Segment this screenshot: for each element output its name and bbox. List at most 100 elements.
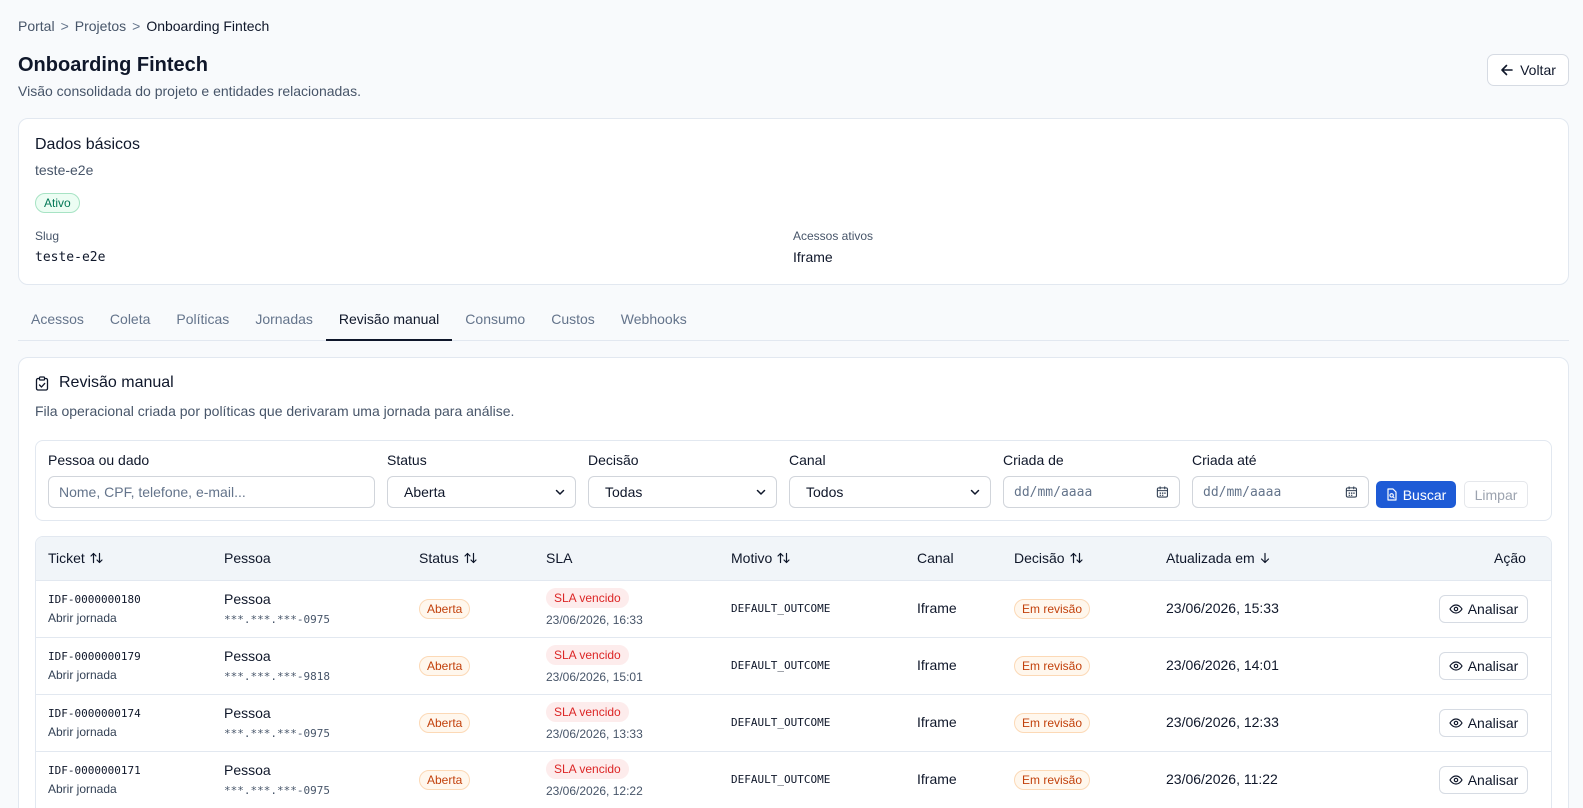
action-cell: Analisar	[1439, 709, 1528, 737]
clear-button[interactable]: Limpar	[1464, 481, 1528, 508]
col-sla: SLA	[546, 550, 573, 566]
created-from-field	[1003, 476, 1180, 508]
analyze-button[interactable]: Analisar	[1439, 595, 1528, 623]
project-tabs: Acessos Coleta Políticas Jornadas Revisã…	[18, 305, 1569, 341]
open-journey-link[interactable]: Abrir jornada	[48, 725, 117, 739]
col-ticket[interactable]: Ticket	[48, 550, 103, 566]
decision-select[interactable]: Todas	[588, 476, 777, 508]
slug-label: Slug	[35, 229, 60, 243]
status-cell: Aberta	[419, 770, 471, 790]
tab-revisao-manual[interactable]: Revisão manual	[325, 305, 453, 341]
table-row: IDF-0000000171 Abrir jornada Pessoa ***.…	[36, 752, 1551, 808]
person-name: Pessoa	[224, 705, 271, 721]
col-status-label: Status	[419, 550, 459, 566]
channel-select-value: Todos	[806, 484, 844, 500]
sla-badge: SLA vencido	[546, 645, 629, 665]
review-table: Ticket Pessoa Status SLA Motivo Canal De…	[35, 536, 1552, 808]
open-journey-link[interactable]: Abrir jornada	[48, 668, 117, 682]
sla-date: 23/06/2026, 12:22	[546, 784, 643, 798]
active-access-value: Iframe	[793, 249, 833, 265]
channel: Iframe	[917, 600, 957, 616]
reason: DEFAULT_OUTCOME	[731, 659, 831, 672]
search-button-label: Buscar	[1402, 486, 1447, 503]
table-row: IDF-0000000174 Abrir jornada Pessoa ***.…	[36, 695, 1551, 752]
status-cell: Aberta	[419, 656, 471, 676]
status-badge: Ativo	[35, 193, 80, 213]
search-button[interactable]: Buscar	[1376, 481, 1456, 508]
person-document: ***.***.***-0975	[224, 784, 330, 797]
chevron-down-icon	[555, 489, 565, 495]
reason: DEFAULT_OUTCOME	[731, 773, 831, 786]
person-name: Pessoa	[224, 591, 271, 607]
chevron-down-icon	[756, 489, 766, 495]
sort-icon	[90, 552, 103, 564]
slug-value: teste-e2e	[35, 250, 106, 265]
filter-created-to-label: Criada até	[1192, 452, 1257, 468]
decision-badge: Em revisão	[1014, 656, 1091, 676]
col-decision-label: Decisão	[1014, 550, 1065, 566]
person-document: ***.***.***-0975	[224, 613, 330, 626]
sla-badge: SLA vencido	[546, 759, 629, 779]
tab-webhooks[interactable]: Webhooks	[608, 305, 700, 341]
calendar-icon[interactable]	[1156, 485, 1169, 499]
col-updated-label: Atualizada em	[1166, 550, 1255, 566]
tab-custos[interactable]: Custos	[538, 305, 608, 341]
status-badge: Aberta	[419, 599, 471, 619]
status-cell: Aberta	[419, 713, 471, 733]
channel: Iframe	[917, 714, 957, 730]
analyze-button[interactable]: Analisar	[1439, 709, 1528, 737]
tab-jornadas[interactable]: Jornadas	[242, 305, 326, 341]
active-access-label: Acessos ativos	[793, 229, 874, 243]
open-journey-link[interactable]: Abrir jornada	[48, 611, 117, 625]
person-search-field	[48, 476, 375, 508]
col-reason-label: Motivo	[731, 550, 773, 566]
analyze-button-label: Analisar	[1467, 715, 1519, 731]
sla-badge: SLA vencido	[546, 702, 629, 722]
col-decision[interactable]: Decisão	[1014, 550, 1083, 566]
status-badge: Aberta	[419, 770, 471, 790]
action-cell: Analisar	[1439, 595, 1528, 623]
channel: Iframe	[917, 657, 957, 673]
analyze-button[interactable]: Analisar	[1439, 766, 1528, 794]
sla-date: 23/06/2026, 16:33	[546, 613, 643, 627]
tab-acessos[interactable]: Acessos	[18, 305, 97, 341]
manual-review-title: Revisão manual	[59, 374, 174, 391]
table-row: IDF-0000000179 Abrir jornada Pessoa ***.…	[36, 638, 1551, 695]
arrow-left-icon	[1501, 64, 1513, 76]
arrow-down-icon	[1260, 552, 1269, 564]
col-reason[interactable]: Motivo	[731, 550, 790, 566]
breadcrumb: Portal > Projetos > Onboarding Fintech	[18, 18, 269, 34]
calendar-icon[interactable]	[1345, 485, 1358, 499]
sla-cell: SLA vencido	[546, 645, 629, 665]
manual-review-card: Revisão manual Fila operacional criada p…	[18, 357, 1569, 808]
sla-badge: SLA vencido	[546, 588, 629, 608]
action-cell: Analisar	[1439, 766, 1528, 794]
person-document: ***.***.***-9818	[224, 670, 330, 683]
breadcrumb-projects[interactable]: Projetos	[75, 18, 126, 34]
col-status[interactable]: Status	[419, 550, 477, 566]
tab-coleta[interactable]: Coleta	[97, 305, 163, 341]
analyze-button[interactable]: Analisar	[1439, 652, 1528, 680]
manual-review-description: Fila operacional criada por políticas qu…	[35, 403, 515, 419]
updated-at: 23/06/2026, 12:33	[1166, 714, 1279, 730]
back-button[interactable]: Voltar	[1487, 54, 1569, 86]
channel-select[interactable]: Todos	[789, 476, 991, 508]
breadcrumb-portal[interactable]: Portal	[18, 18, 55, 34]
eye-icon	[1449, 718, 1463, 728]
decision-cell: Em revisão	[1014, 713, 1091, 733]
eye-icon	[1449, 604, 1463, 614]
created-from-input[interactable]	[1014, 484, 1157, 500]
tab-consumo[interactable]: Consumo	[452, 305, 538, 341]
filter-decision-label: Decisão	[588, 452, 639, 468]
status-select-value: Aberta	[404, 484, 446, 500]
created-to-input[interactable]	[1203, 484, 1346, 500]
sla-cell: SLA vencido	[546, 759, 629, 779]
tab-politicas[interactable]: Políticas	[163, 305, 242, 341]
col-updated[interactable]: Atualizada em	[1166, 550, 1270, 566]
analyze-button-label: Analisar	[1467, 601, 1519, 617]
person-search-input[interactable]	[59, 484, 364, 500]
eye-icon	[1449, 775, 1463, 785]
open-journey-link[interactable]: Abrir jornada	[48, 782, 117, 796]
sort-icon	[1069, 552, 1083, 564]
status-select[interactable]: Aberta	[387, 476, 576, 508]
